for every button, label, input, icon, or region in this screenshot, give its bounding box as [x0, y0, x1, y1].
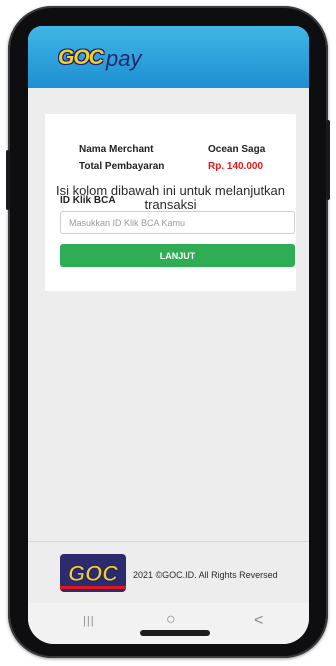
- goc-logo: GOC: [58, 46, 104, 69]
- phone-side-button: [6, 150, 10, 210]
- phone-volume-button: [326, 120, 330, 200]
- back-icon[interactable]: <: [254, 612, 263, 630]
- merchant-value: Ocean Saga: [208, 144, 266, 155]
- pay-logo-text: pay: [106, 46, 142, 71]
- phone-screen: GOC pay Nama Merchant Ocean Saga Total P…: [28, 26, 309, 644]
- klikbca-id-label: ID Klik BCA: [60, 195, 116, 206]
- home-icon[interactable]: ○: [166, 611, 176, 629]
- total-value: Rp. 140.000: [208, 161, 264, 172]
- copyright-text: 2021 ©GOC.ID. All Rights Reversed: [133, 570, 278, 580]
- klikbca-id-input[interactable]: [60, 211, 295, 234]
- phone-bottom-bezel: [140, 630, 210, 636]
- footer: GOC 2021 ©GOC.ID. All Rights Reversed: [28, 541, 309, 604]
- footer-logo-text: GOC: [68, 561, 119, 586]
- merchant-label: Nama Merchant: [79, 144, 154, 155]
- continue-button[interactable]: LANJUT: [60, 244, 295, 267]
- app-header: GOC pay: [28, 26, 309, 88]
- total-label: Total Pembayaran: [79, 161, 165, 172]
- goc-footer-logo: GOC: [60, 554, 126, 592]
- android-nav-bar: ||| ○ <: [28, 603, 309, 644]
- recents-icon[interactable]: |||: [83, 615, 95, 627]
